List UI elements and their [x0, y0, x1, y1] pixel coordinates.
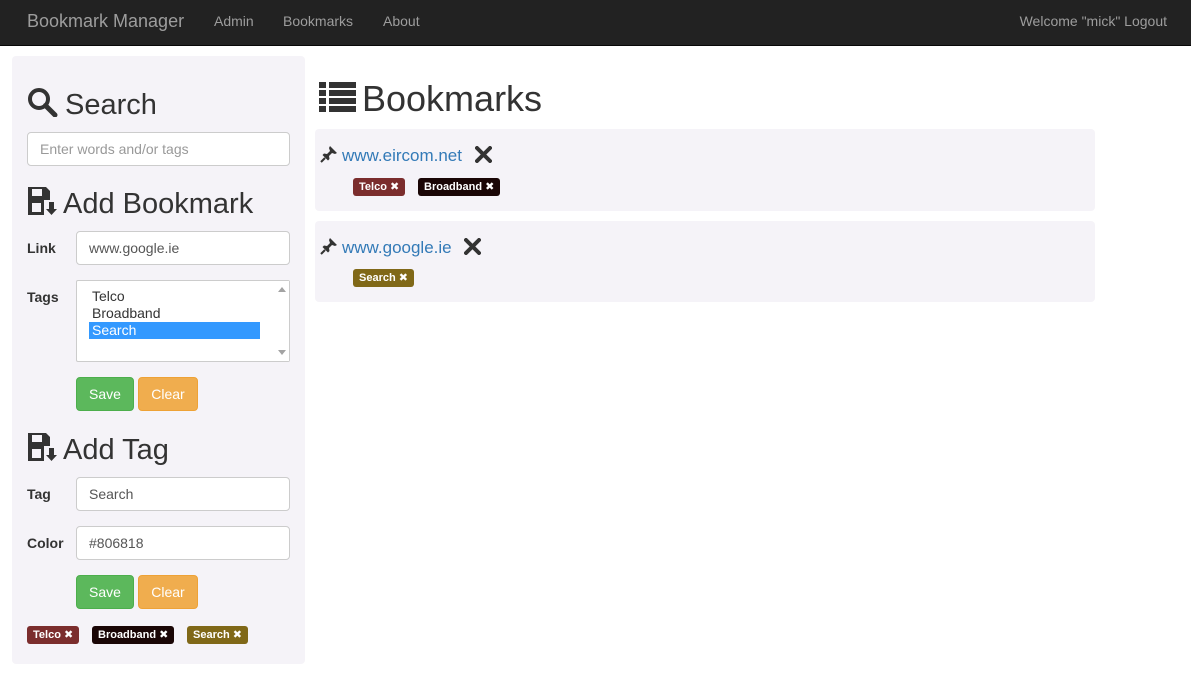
- floppy-save-icon: [28, 433, 57, 461]
- nav-bookmarks[interactable]: Bookmarks: [283, 13, 353, 29]
- tags-select[interactable]: Telco Broadband Search: [76, 280, 290, 362]
- tag-option-broadband[interactable]: Broadband: [89, 305, 260, 322]
- save-tag-button[interactable]: Save: [76, 575, 134, 609]
- tag-option-telco[interactable]: Telco: [89, 288, 260, 305]
- add-bookmark-heading: Add Bookmark: [27, 186, 253, 221]
- search-icon: [28, 88, 58, 118]
- welcome-logout[interactable]: Welcome "mick" Logout: [1020, 13, 1167, 29]
- save-bookmark-button[interactable]: Save: [76, 377, 134, 411]
- bookmark-tag-search[interactable]: Search ✖: [353, 269, 414, 287]
- bookmark-link[interactable]: www.eircom.net: [342, 146, 462, 166]
- link-label: Link: [27, 240, 56, 256]
- select-scrollbar[interactable]: [275, 281, 289, 361]
- floppy-save-icon: [28, 187, 57, 215]
- color-label: Color: [27, 535, 64, 551]
- tag-badge-telco[interactable]: Telco ✖: [27, 626, 80, 644]
- bookmarks-heading: Bookmarks: [319, 78, 542, 120]
- clear-tag-button[interactable]: Clear: [138, 575, 198, 609]
- delete-icon[interactable]: [464, 238, 481, 255]
- tag-label: Tag: [27, 486, 51, 502]
- link-field[interactable]: [76, 231, 290, 265]
- clear-bookmark-button[interactable]: Clear: [138, 377, 198, 411]
- navbar: Bookmark Manager Admin Bookmarks About W…: [0, 0, 1191, 46]
- color-field[interactable]: [76, 526, 290, 560]
- tag-option-search[interactable]: Search: [89, 322, 260, 339]
- scroll-up-icon[interactable]: [278, 287, 286, 292]
- bookmark-link[interactable]: www.google.ie: [342, 238, 452, 258]
- nav-about[interactable]: About: [383, 13, 420, 29]
- tags-label: Tags: [27, 289, 59, 305]
- bookmark-card: www.google.ie Search ✖: [315, 221, 1095, 302]
- list-icon: [319, 82, 356, 112]
- search-input[interactable]: [27, 132, 290, 166]
- search-heading: Search: [27, 87, 157, 122]
- brand[interactable]: Bookmark Manager: [27, 11, 184, 32]
- pushpin-icon[interactable]: [320, 145, 338, 163]
- tag-badge-broadband[interactable]: Broadband ✖: [92, 626, 175, 644]
- bookmark-tag-telco[interactable]: Telco ✖: [353, 178, 406, 196]
- delete-icon[interactable]: [475, 146, 492, 163]
- pushpin-icon[interactable]: [320, 237, 338, 255]
- bookmark-tag-broadband[interactable]: Broadband ✖: [418, 178, 501, 196]
- scroll-down-icon[interactable]: [278, 350, 286, 355]
- bookmark-card: www.eircom.net Telco ✖ Broadband ✖: [315, 129, 1095, 211]
- add-tag-heading: Add Tag: [27, 432, 169, 467]
- tag-badge-search[interactable]: Search ✖: [187, 626, 248, 644]
- sidebar: Search Add Bookmark Link Tags Telco Broa…: [12, 56, 305, 664]
- tag-name-field[interactable]: [76, 477, 290, 511]
- nav-admin[interactable]: Admin: [214, 13, 254, 29]
